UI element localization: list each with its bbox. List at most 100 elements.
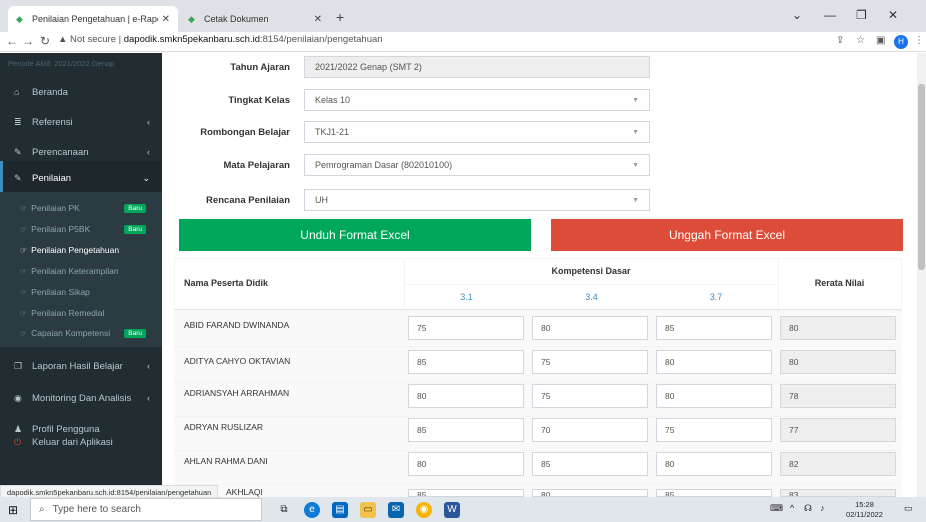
score-input[interactable]: 75	[532, 384, 648, 408]
new-tab-icon[interactable]: +	[336, 9, 344, 25]
sidebar-item-label: Beranda	[32, 86, 68, 98]
score-input[interactable]: 80	[408, 384, 524, 408]
score-input[interactable]: 80	[532, 316, 648, 340]
label-rombongan-belajar: Rombongan Belajar	[200, 127, 290, 138]
hand-point-icon: ☞	[20, 287, 28, 297]
student-name: ADRIANSYAH ARRAHMAN	[184, 388, 290, 398]
taskbar-clock[interactable]: 15:28 02/11/2022	[846, 500, 883, 520]
bookmark-star-icon[interactable]: ☆	[856, 35, 865, 46]
copy-icon: ❐	[14, 360, 23, 371]
score-input[interactable]: 85	[408, 418, 524, 442]
score-input[interactable]: 80	[656, 452, 772, 476]
submenu-item-capaian-kompetensi[interactable]: ☞ Capaian Kompetensi Baru	[0, 323, 162, 343]
column-header-rerata: Rerata Nilai	[814, 278, 865, 288]
score-input[interactable]: 80	[408, 452, 524, 476]
word-icon[interactable]: W	[444, 502, 460, 518]
chevron-left-icon: ‹	[147, 117, 150, 127]
score-input[interactable]: 85	[408, 350, 524, 374]
profile-avatar[interactable]: H	[894, 35, 908, 49]
network-icon[interactable]: ☊	[804, 503, 812, 514]
language-bar-icon[interactable]: ⌨	[770, 503, 783, 514]
score-input[interactable]: 80	[532, 489, 648, 497]
clock-date: 02/11/2022	[846, 510, 883, 519]
new-badge: Baru	[124, 224, 146, 234]
reload-icon[interactable]: ↻	[40, 34, 50, 48]
tingkat-kelas-select[interactable]: Kelas 10 ▼	[304, 89, 650, 111]
student-name: AHLAN RAHMA DANI	[184, 456, 268, 466]
average-score: 80	[780, 316, 896, 340]
window-close-icon[interactable]: ✕	[888, 8, 898, 22]
tab-cetak-dokumen[interactable]: ◆ Cetak Dokumen ✕	[180, 6, 330, 32]
forward-icon[interactable]: →	[22, 34, 34, 48]
tab-penilaian-pengetahuan[interactable]: ◆ Penilaian Pengetahuan | e-Rapor ✕	[8, 6, 178, 32]
notification-icon[interactable]: ▭	[904, 503, 913, 514]
url-field[interactable]: ▲ Not secure | dapodik.smkn5pekanbaru.sc…	[58, 34, 383, 45]
security-label: Not secure	[70, 34, 116, 45]
mail-icon[interactable]: ✉	[388, 502, 404, 518]
taskbar-search-input[interactable]: ⌕ Type here to search	[30, 498, 262, 521]
share-icon[interactable]: ⇪	[836, 35, 844, 46]
chrome-icon[interactable]: ◉	[416, 502, 432, 518]
score-input[interactable]: 80	[656, 350, 772, 374]
tray-chevron-icon[interactable]: ^	[790, 503, 794, 513]
upload-excel-button[interactable]: Unggah Format Excel	[551, 219, 903, 251]
hand-point-icon: ☞	[20, 245, 28, 255]
sidebar-item-label: Keluar dari Aplikasi	[32, 436, 113, 448]
sidebar-item-label: Penilaian	[32, 172, 72, 184]
score-input[interactable]: 85	[656, 316, 772, 340]
new-badge: Baru	[124, 328, 146, 338]
caret-down-icon: ▼	[632, 96, 639, 104]
edge-browser-icon[interactable]: e	[304, 502, 320, 518]
sidebar-item-label: Perencanaan	[32, 146, 89, 158]
student-name: ADITYA CAHYO OKTAVIAN	[184, 356, 291, 366]
side-panel-icon[interactable]: ▣	[876, 35, 885, 46]
restore-icon[interactable]: ❐	[856, 8, 867, 22]
rombongan-belajar-select[interactable]: TKJ1-21 ▼	[304, 121, 650, 143]
edit-icon: ✎	[14, 172, 22, 183]
volume-icon[interactable]: ♪	[820, 503, 825, 513]
score-input[interactable]: 75	[532, 350, 648, 374]
table-border	[174, 258, 175, 309]
score-input[interactable]: 75	[408, 316, 524, 340]
hand-point-icon: ☞	[20, 203, 28, 213]
score-input[interactable]: 75	[656, 418, 772, 442]
address-bar: ← → ↻ ▲ Not secure | dapodik.smkn5pekanb…	[0, 32, 926, 52]
tab-search-icon[interactable]: ⌄	[792, 8, 802, 22]
erapor-favicon-icon: ◆	[188, 14, 195, 24]
download-excel-button[interactable]: Unduh Format Excel	[179, 219, 531, 251]
sidebar-item-laporan-hasil-belajar[interactable]: ❐ Laporan Hasil Belajar ‹	[0, 349, 162, 383]
sidebar-item-label: Monitoring Dan Analisis	[32, 392, 132, 404]
chevron-left-icon: ‹	[147, 393, 150, 403]
file-explorer-icon[interactable]: ▭	[360, 502, 376, 518]
average-score: 83	[780, 489, 896, 497]
score-input[interactable]: 85	[408, 489, 524, 497]
score-input[interactable]: 80	[656, 384, 772, 408]
score-input[interactable]: 85	[656, 489, 772, 497]
sidebar-item-keluar[interactable]: ⏻ Keluar dari Aplikasi	[0, 425, 162, 459]
scrollbar-thumb[interactable]	[918, 84, 925, 270]
sidebar-item-monitoring[interactable]: ◉ Monitoring Dan Analisis ‹	[0, 381, 162, 415]
average-score: 78	[780, 384, 896, 408]
submenu-item-penilaian-sikap[interactable]: ☞ Penilaian Sikap	[0, 282, 162, 302]
task-view-icon[interactable]: ⧉	[276, 502, 292, 518]
submenu-item-penilaian-keterampilan[interactable]: ☞ Penilaian Keterampilan	[0, 261, 162, 281]
windows-taskbar: ⊞ ⌕ Type here to search ⧉ e ▤ ▭ ✉ ◉ W ⌨ …	[0, 497, 926, 522]
sidebar-item-label: Referensi	[32, 116, 73, 128]
submenu-item-penilaian-p5bk[interactable]: ☞ Penilaian P5BK Baru	[0, 219, 162, 239]
windows-start-icon[interactable]: ⊞	[8, 503, 18, 517]
submenu-label: Penilaian Remedial	[31, 308, 105, 318]
store-icon[interactable]: ▤	[332, 502, 348, 518]
submenu-item-penilaian-remedial[interactable]: ☞ Penilaian Remedial	[0, 303, 162, 323]
submenu-label: Penilaian Keterampilan	[31, 266, 119, 276]
close-tab-icon[interactable]: ✕	[314, 14, 322, 25]
back-icon[interactable]: ←	[6, 34, 18, 48]
minimize-icon[interactable]: —	[824, 8, 836, 22]
score-input[interactable]: 85	[532, 452, 648, 476]
hand-point-icon: ☞	[20, 308, 28, 318]
close-tab-icon[interactable]: ✕	[162, 14, 170, 25]
menu-kebab-icon[interactable]: ⋮	[914, 35, 924, 46]
mata-pelajaran-select[interactable]: Pemrograman Dasar (802010100) ▼	[304, 154, 650, 176]
submenu-item-penilaian-pengetahuan[interactable]: ☞ Penilaian Pengetahuan	[0, 240, 162, 260]
score-input[interactable]: 70	[532, 418, 648, 442]
rencana-penilaian-select[interactable]: UH ▼	[304, 189, 650, 211]
